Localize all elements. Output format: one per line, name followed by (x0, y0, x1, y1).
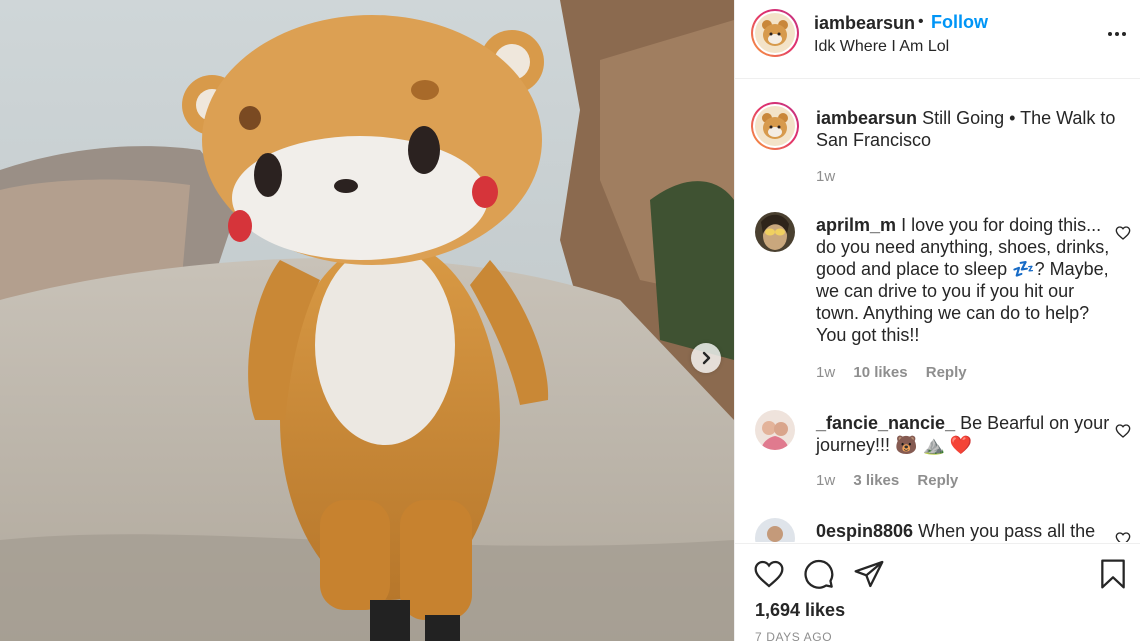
caption-time[interactable]: 1w (816, 168, 835, 185)
heart-icon[interactable] (1115, 423, 1131, 439)
post-header: iambearsun • Follow Idk Where I Am Lol (735, 0, 1140, 79)
instagram-post: iambearsun • Follow Idk Where I Am Lol i… (0, 0, 1140, 641)
comment-username[interactable]: aprilm_m (816, 215, 896, 235)
author-avatar[interactable] (751, 9, 799, 57)
post-media[interactable] (0, 0, 734, 641)
post-actions: 1,694 likes 7 DAYS AGO (735, 543, 1140, 641)
comment-text: 0espin8806 When you pass all the (816, 520, 1116, 542)
commenter-avatar[interactable] (755, 410, 795, 450)
comment-username[interactable]: 0espin8806 (816, 521, 913, 541)
comment-meta: 1w 3 likes Reply (816, 472, 972, 489)
heart-icon[interactable] (1115, 225, 1131, 241)
reply-button[interactable]: Reply (917, 472, 958, 489)
comment-likes[interactable]: 10 likes (853, 364, 907, 381)
comment-icon[interactable] (803, 558, 835, 590)
share-icon[interactable] (853, 558, 885, 590)
caption-username[interactable]: iambearsun (816, 108, 917, 128)
chevron-right-icon (702, 351, 711, 365)
more-options-icon[interactable] (1105, 22, 1129, 46)
comment-time[interactable]: 1w (816, 472, 835, 489)
follow-button[interactable]: Follow (931, 12, 988, 33)
reply-button[interactable]: Reply (926, 364, 967, 381)
comment-text: _fancie_nancie_ Be Bearful on your journ… (816, 412, 1116, 456)
header-separator: • (918, 13, 924, 30)
commenter-avatar[interactable] (755, 518, 795, 542)
comment-username[interactable]: _fancie_nancie_ (816, 413, 955, 433)
comment-likes[interactable]: 3 likes (853, 472, 899, 489)
comment-body: When you pass all the (918, 521, 1096, 541)
heart-icon[interactable] (1115, 531, 1131, 542)
post-photo (0, 0, 734, 641)
likes-count[interactable]: 1,694 likes (755, 600, 845, 621)
next-photo-button[interactable] (691, 343, 721, 373)
commenter-avatar[interactable] (755, 212, 795, 252)
heart-icon[interactable] (753, 558, 785, 590)
post-timestamp[interactable]: 7 DAYS AGO (755, 630, 832, 641)
caption-avatar[interactable] (751, 102, 799, 150)
comment-meta: 1w 10 likes Reply (816, 364, 981, 381)
caption-text: iambearsun Still Going • The Walk to San… (816, 107, 1116, 151)
post-side-panel: iambearsun • Follow Idk Where I Am Lol i… (734, 0, 1140, 641)
bookmark-icon[interactable] (1097, 558, 1129, 590)
comment-time[interactable]: 1w (816, 364, 835, 381)
post-location[interactable]: Idk Where I Am Lol (814, 38, 949, 56)
caption-meta: 1w (816, 168, 849, 185)
author-username[interactable]: iambearsun (814, 13, 915, 34)
comments-list[interactable]: iambearsun Still Going • The Walk to San… (735, 80, 1140, 542)
comment-text: aprilm_m I love you for doing this... do… (816, 214, 1116, 346)
